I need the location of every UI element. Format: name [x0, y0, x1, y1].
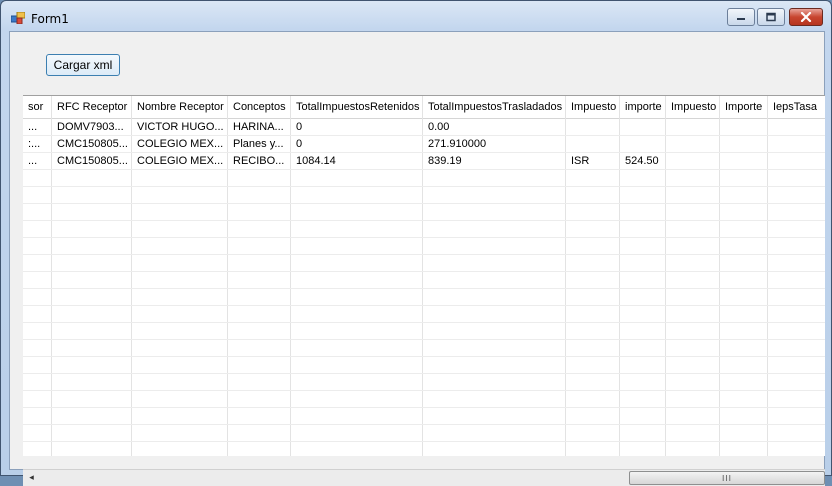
app-icon	[11, 12, 25, 24]
table-row[interactable]	[23, 425, 825, 442]
table-cell[interactable]	[666, 153, 720, 170]
table-cell[interactable]	[768, 153, 825, 170]
table-cell[interactable]: RECIBO...	[228, 153, 291, 170]
load-xml-button[interactable]: Cargar xml	[46, 54, 120, 76]
close-button[interactable]	[789, 8, 823, 26]
table-row[interactable]	[23, 170, 825, 187]
table-cell[interactable]: CMC150805...	[52, 153, 132, 170]
window: Form1 Cargar xml sor RFC Receptor Nombre R…	[0, 0, 832, 486]
table-cell[interactable]	[566, 119, 620, 136]
form-client-area: Cargar xml sor RFC Receptor Nombre Recepto…	[9, 31, 825, 486]
scrollbar-grip: III	[721, 474, 733, 483]
table-row[interactable]	[23, 204, 825, 221]
table-cell[interactable]: :...	[23, 136, 52, 153]
table-row[interactable]	[23, 306, 825, 323]
table-cell[interactable]	[768, 136, 825, 153]
table-cell[interactable]: 0	[291, 119, 423, 136]
table-cell[interactable]	[666, 119, 720, 136]
maximize-button[interactable]	[757, 8, 785, 26]
table-cell[interactable]	[720, 136, 768, 153]
table-cell[interactable]	[720, 153, 768, 170]
table-cell[interactable]	[620, 119, 666, 136]
table-row[interactable]	[23, 238, 825, 255]
table-row[interactable]	[23, 340, 825, 357]
table-row[interactable]	[23, 221, 825, 238]
table-row[interactable]: :... CMC150805... COLEGIO MEX... Planes y..…	[23, 136, 825, 153]
table-row[interactable]	[23, 255, 825, 272]
table-cell[interactable]	[720, 119, 768, 136]
table-cell[interactable]: 271.910000	[423, 136, 566, 153]
table-cell[interactable]: COLEGIO MEX...	[132, 136, 228, 153]
table-row[interactable]	[23, 374, 825, 391]
table-row[interactable]: ... CMC150805... COLEGIO MEX... RECIBO... 10…	[23, 153, 825, 170]
table-cell[interactable]: COLEGIO MEX...	[132, 153, 228, 170]
table-row[interactable]	[23, 289, 825, 306]
table-row[interactable]	[23, 187, 825, 204]
table-cell[interactable]: 839.19	[423, 153, 566, 170]
title-bar: Form1	[1, 1, 831, 31]
table-cell[interactable]: DOMV7903...	[52, 119, 132, 136]
table-cell[interactable]: VICTOR HUGO...	[132, 119, 228, 136]
table-row[interactable]	[23, 323, 825, 340]
table-cell[interactable]: Planes y...	[228, 136, 291, 153]
minimize-icon	[737, 18, 745, 20]
table-cell[interactable]	[666, 136, 720, 153]
data-grid[interactable]: sor RFC Receptor Nombre Receptor Conceptos T…	[23, 95, 825, 456]
table-row[interactable]	[23, 391, 825, 408]
window-title: Form1	[31, 12, 69, 26]
table-cell[interactable]: 524.50	[620, 153, 666, 170]
table-cell[interactable]: ISR	[566, 153, 620, 170]
table-cell[interactable]: 0.00	[423, 119, 566, 136]
table-row[interactable]: ... DOMV7903... VICTOR HUGO... HARINA... 0 0.…	[23, 119, 825, 136]
close-icon	[800, 12, 812, 22]
table-cell[interactable]	[620, 136, 666, 153]
scroll-left-arrow-icon[interactable]: ◂	[23, 470, 40, 486]
table-row[interactable]	[23, 357, 825, 374]
table-row[interactable]	[23, 408, 825, 425]
table-cell[interactable]: CMC150805...	[52, 136, 132, 153]
table-cell[interactable]: ...	[23, 119, 52, 136]
maximize-icon	[766, 12, 776, 22]
table-cell[interactable]: 0	[291, 136, 423, 153]
table-cell[interactable]	[566, 136, 620, 153]
table-cell[interactable]	[768, 119, 825, 136]
table-cell[interactable]: ...	[23, 153, 52, 170]
table-row[interactable]	[23, 272, 825, 289]
scrollbar-thumb[interactable]: III	[629, 471, 825, 485]
table-cell[interactable]: HARINA...	[228, 119, 291, 136]
horizontal-scrollbar[interactable]: ◂ III	[23, 469, 825, 486]
table-cell[interactable]: 1084.14	[291, 153, 423, 170]
minimize-button[interactable]	[727, 8, 755, 26]
